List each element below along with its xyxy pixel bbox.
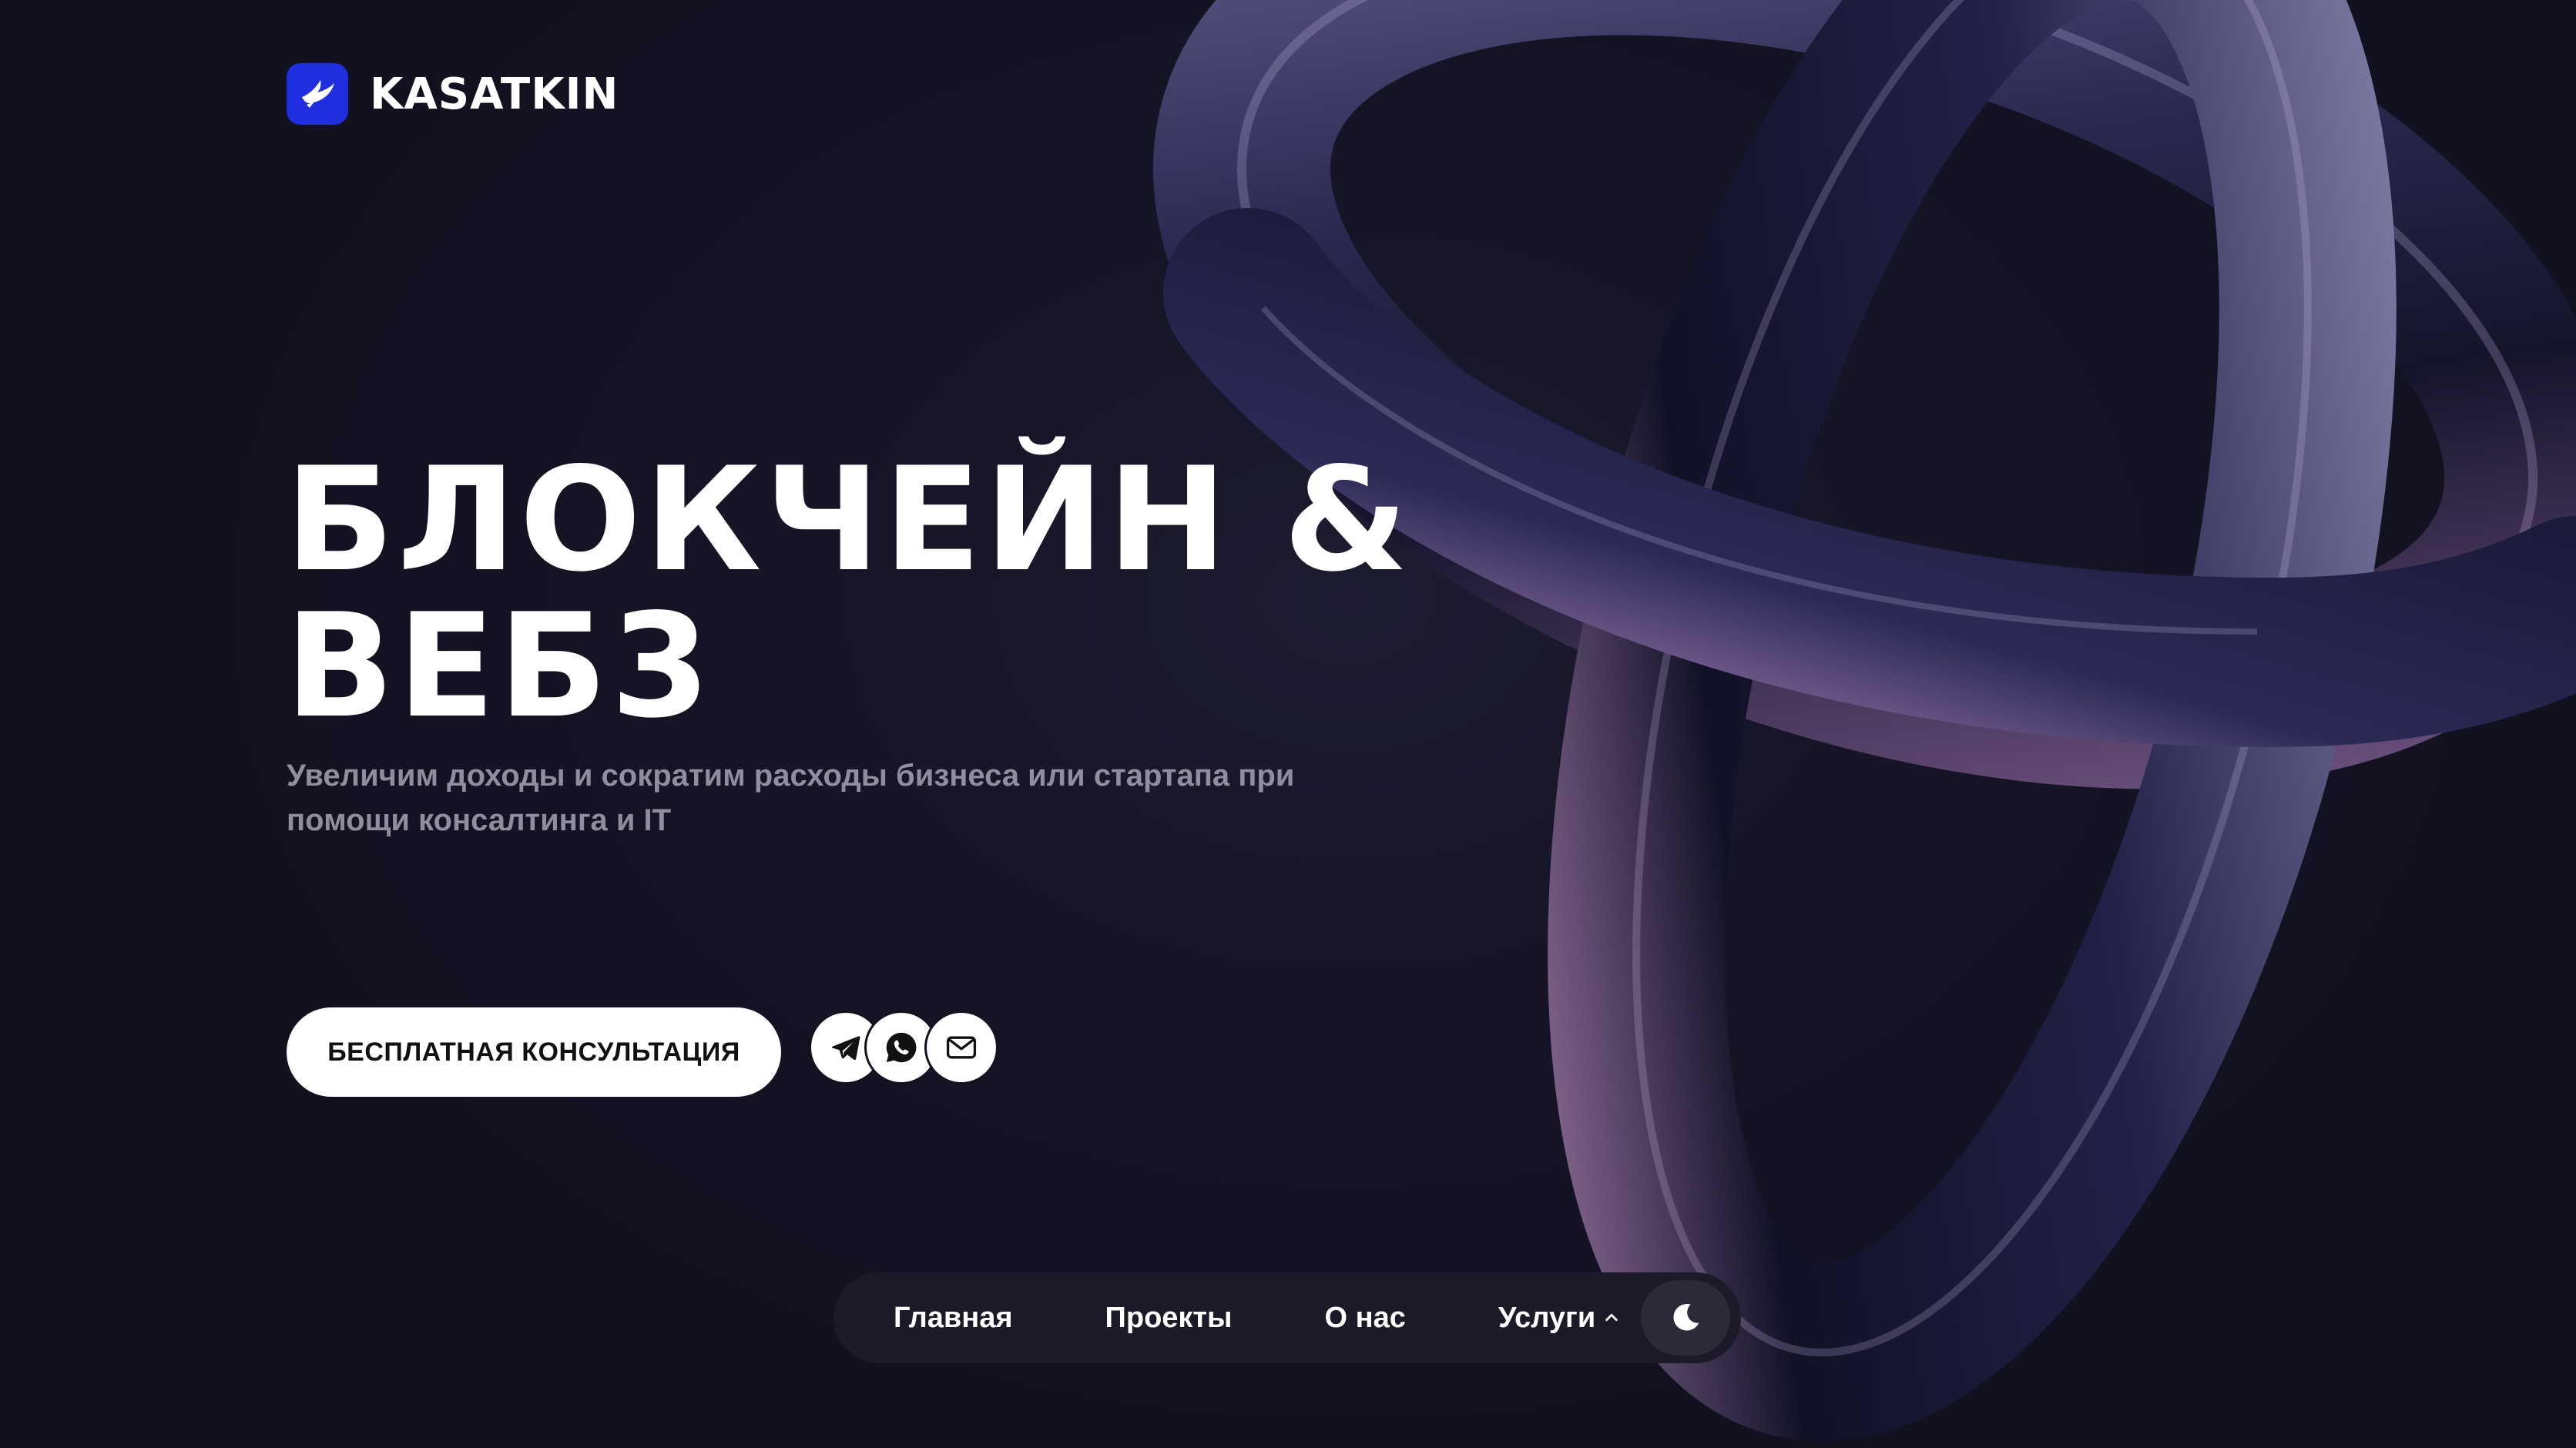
nav-item-services-label: Услуги <box>1498 1301 1596 1334</box>
free-consultation-button[interactable]: БЕСПЛАТНАЯ КОНСУЛЬТАЦИЯ <box>287 1007 781 1097</box>
nav-item-services[interactable]: Услуги <box>1498 1302 1620 1335</box>
whatsapp-icon <box>886 1032 917 1063</box>
moon-icon <box>1673 1304 1699 1331</box>
theme-toggle-button[interactable] <box>1641 1280 1730 1356</box>
brand-logo[interactable]: KASATKIN <box>287 63 619 125</box>
mail-icon <box>946 1036 977 1059</box>
bottom-nav: Главная Проекты О нас Услуги <box>834 1272 1741 1363</box>
chevron-up-icon <box>1605 1313 1618 1322</box>
hero-title-line1: БЛОКЧЕЙН & <box>285 436 1412 603</box>
brand-name: KASATKIN <box>370 69 619 119</box>
hero-subtitle: Увеличим доходы и сократим расходы бизне… <box>287 759 1295 837</box>
nav-item-projects[interactable]: Проекты <box>1105 1302 1233 1335</box>
nav-item-about[interactable]: О нас <box>1325 1302 1406 1335</box>
hero-title: БЛОКЧЕЙН & ВЕБ3 <box>285 447 1441 739</box>
telegram-icon <box>832 1036 860 1061</box>
mail-button[interactable] <box>924 1011 998 1084</box>
bird-icon <box>287 63 348 125</box>
hero-title-line2: ВЕБ3 <box>285 582 714 749</box>
nav-item-home[interactable]: Главная <box>894 1302 1013 1335</box>
landing-page: KASATKIN БЛОКЧЕЙН & ВЕБ3 Увеличим доходы… <box>0 0 2576 1448</box>
